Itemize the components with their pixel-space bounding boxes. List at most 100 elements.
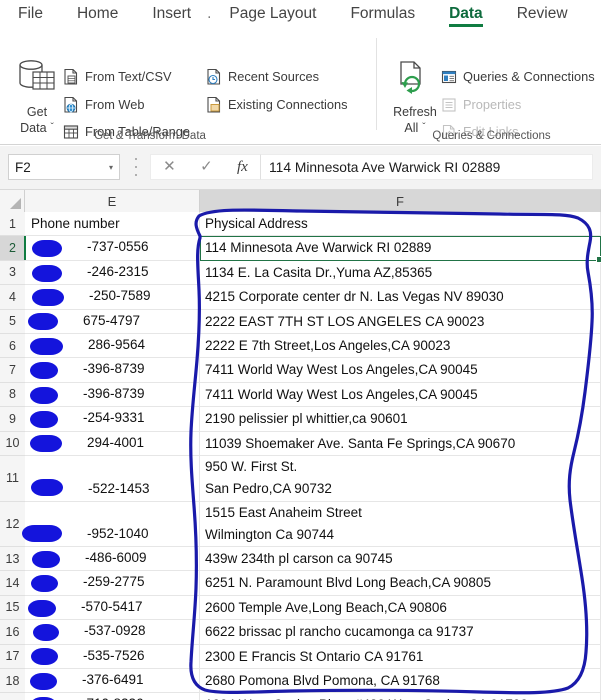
formula-input[interactable]: 114 Minnesota Ave Warwick RI 02889 [260, 154, 593, 180]
row-header-11[interactable]: 11 [0, 456, 25, 502]
get-data-label-line1: Get [26, 105, 48, 119]
cell-F16[interactable]: 6622 brissac pl rancho cucamonga ca 9173… [200, 620, 601, 645]
cell-F9[interactable]: 2190 pelissier pl whittier,ca 90601 [200, 407, 601, 432]
column-header-row: E F [0, 190, 601, 212]
redaction-mark-row-16 [33, 623, 59, 641]
cell-F15[interactable]: 2600 Temple Ave,Long Beach,CA 90806 [200, 595, 601, 621]
formula-bar-buttons: ✕ ✓ fx [150, 154, 260, 180]
existing-connections-label: Existing Connections [228, 97, 348, 112]
row-header-8[interactable]: 8 [0, 382, 25, 408]
redaction-mark-row-10 [30, 435, 62, 453]
row-header-19[interactable]: 19 [0, 693, 25, 700]
properties-icon [440, 96, 458, 114]
properties-label: Properties [463, 97, 522, 112]
row-header-10[interactable]: 10 [0, 431, 25, 456]
cancel-icon[interactable]: ✕ [163, 158, 176, 176]
name-box-value: F2 [15, 159, 31, 175]
from-text-csv-button[interactable]: From Text/CSV [62, 68, 172, 86]
from-web-button[interactable]: From Web [62, 96, 145, 114]
row-header-6[interactable]: 6 [0, 334, 25, 359]
from-text-csv-label: From Text/CSV [85, 69, 172, 84]
redaction-mark-row-2 [32, 240, 62, 258]
cell-F18[interactable]: 2680 Pomona Blvd Pomona, CA 91768 [200, 669, 601, 694]
queries-connections-button[interactable]: Queries & Connections [440, 68, 595, 86]
formula-bar-grip[interactable] [131, 158, 141, 176]
cell-F13[interactable]: 439w 234th pl carson ca 90745 [200, 547, 601, 572]
row-header-5[interactable]: 5 [0, 309, 25, 334]
queries-connections-icon [440, 68, 458, 86]
cell-F10[interactable]: 11039 Shoemaker Ave. Santa Fe Springs,CA… [200, 431, 601, 456]
cell-F1[interactable]: Physical Address [200, 212, 601, 237]
queries-connections-group-label: Queries & Connections [432, 130, 551, 142]
existing-connections-icon [205, 96, 223, 114]
recent-sources-button[interactable]: Recent Sources [205, 68, 319, 86]
redaction-mark-row-8 [30, 386, 58, 404]
ribbon-body: Get Data ˇ From Text/CSV From Web From T… [0, 30, 601, 145]
chevron-down-icon[interactable]: ▾ [109, 163, 113, 172]
row-header-9[interactable]: 9 [0, 407, 25, 432]
tab-review[interactable]: Review [517, 0, 568, 23]
refresh-all-button[interactable]: Refresh All ˇ [384, 58, 446, 136]
cell-F14[interactable]: 6251 N. Paramount Blvd Long Beach,CA 908… [200, 571, 601, 596]
row-header-column: 12345678910111213141516171819 [0, 212, 26, 700]
refresh-all-label-line1: Refresh [393, 105, 437, 119]
cell-F4[interactable]: 4215 Corporate center dr N. Las Vegas NV… [200, 285, 601, 310]
cell-F8[interactable]: 7411 World Way West Los Angeles,CA 90045 [200, 382, 601, 408]
cell-F17[interactable]: 2300 E Francis St Ontario CA 91761 [200, 644, 601, 669]
cell-F11[interactable]: 950 W. First St. San Pedro,CA 90732 [200, 456, 601, 502]
enter-icon[interactable]: ✓ [200, 158, 213, 176]
cell-F3[interactable]: 1134 E. La Casita Dr.,Yuma AZ,85365 [200, 260, 601, 286]
tab-overflow-dot[interactable]: . [207, 0, 211, 23]
cell-E1-text: Phone number [31, 215, 120, 231]
row-header-17[interactable]: 17 [0, 644, 25, 669]
row-header-13[interactable]: 13 [0, 547, 25, 572]
row-header-1[interactable]: 1 [0, 212, 25, 237]
row-header-4[interactable]: 4 [0, 285, 25, 310]
row-header-18[interactable]: 18 [0, 669, 25, 694]
tab-page-layout[interactable]: Page Layout [229, 0, 316, 23]
cell-E1[interactable]: Phone number [25, 212, 200, 237]
refresh-all-icon [393, 61, 437, 101]
column-header-F[interactable]: F [200, 190, 601, 212]
row-header-3[interactable]: 3 [0, 260, 25, 286]
redaction-mark-row-12 [22, 524, 62, 542]
row-header-14[interactable]: 14 [0, 571, 25, 596]
redaction-mark-row-4 [32, 288, 64, 306]
tab-formulas[interactable]: Formulas [350, 0, 415, 23]
ribbon-group-divider [376, 38, 377, 130]
redaction-mark-row-9 [30, 410, 58, 428]
get-transform-data-group-label: Get & Transform Data [94, 130, 206, 142]
existing-connections-button[interactable]: Existing Connections [205, 96, 348, 114]
cell-F19[interactable]: 1004 West Covina Pkwy #430 West Covina,C… [200, 693, 601, 700]
select-all-corner[interactable] [0, 190, 25, 212]
tab-insert[interactable]: Insert [152, 0, 191, 23]
cell-F2[interactable]: 114 Minnesota Ave Warwick RI 02889 [200, 236, 601, 261]
cell-F5[interactable]: 2222 EAST 7TH ST LOS ANGELES CA 90023 [200, 309, 601, 334]
redaction-mark-row-13 [32, 550, 60, 568]
redaction-mark-row-5 [28, 313, 58, 331]
get-data-button[interactable]: Get Data ˇ [6, 58, 68, 136]
from-text-csv-icon [62, 68, 80, 86]
excel-window: File Home Insert . Page Layout Formulas … [0, 0, 601, 700]
row-header-15[interactable]: 15 [0, 595, 25, 621]
tab-data[interactable]: Data [449, 0, 483, 27]
redaction-mark-row-15 [28, 599, 56, 617]
properties-button: Properties [440, 96, 521, 114]
redaction-mark-row-14 [31, 575, 58, 593]
tab-file[interactable]: File [18, 0, 43, 23]
name-box[interactable]: F2 ▾ [8, 154, 120, 180]
cell-F12[interactable]: 1515 East Anaheim Street Wilmington Ca 9… [200, 501, 601, 547]
cell-F6[interactable]: 2222 E 7th Street,Los Angeles,CA 90023 [200, 334, 601, 359]
insert-function-icon[interactable]: fx [237, 158, 248, 176]
redaction-mark-row-11 [31, 479, 63, 497]
row-header-16[interactable]: 16 [0, 620, 25, 645]
queries-connections-label: Queries & Connections [463, 69, 595, 84]
recent-sources-icon [205, 68, 223, 86]
row-header-12[interactable]: 12 [0, 501, 25, 547]
column-header-E[interactable]: E [25, 190, 200, 212]
cell-F7[interactable]: 7411 World Way West Los Angeles,CA 90045 [200, 358, 601, 383]
redaction-mark-row-18 [30, 672, 57, 690]
tab-home[interactable]: Home [77, 0, 118, 23]
row-header-2[interactable]: 2 [0, 236, 26, 261]
row-header-7[interactable]: 7 [0, 358, 25, 383]
